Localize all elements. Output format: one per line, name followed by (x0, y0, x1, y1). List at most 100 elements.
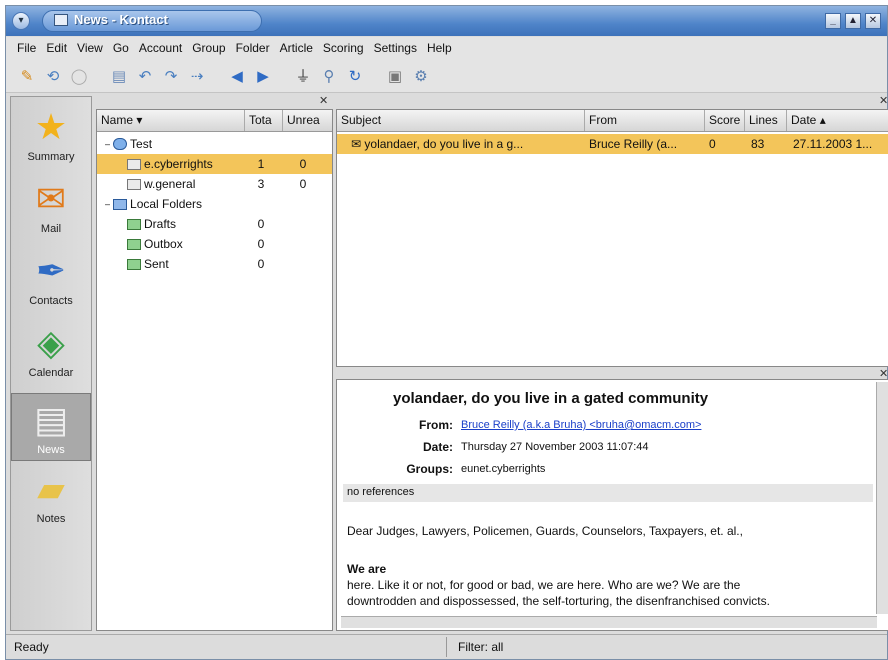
sidebar-item-calendar[interactable]: ◈ Calendar (11, 321, 91, 379)
tree-row-drafts[interactable]: Drafts 0 (97, 214, 332, 234)
groups-label: Groups: (406, 462, 453, 476)
references-bar: no references (343, 484, 873, 502)
date-label: Date: (422, 440, 453, 454)
calendar-icon: ◈ (37, 322, 65, 363)
settings-icon[interactable]: ⚙ (410, 65, 432, 87)
column-unread[interactable]: Unrea (283, 110, 332, 131)
from-link[interactable]: Bruce Reilly (a.k.a Bruha) <bruha@omacm.… (461, 419, 701, 431)
new-article-icon[interactable]: ✎ (16, 65, 38, 87)
message-date: 27.11.2003 1... (793, 137, 873, 151)
filter-icon[interactable]: ⏚ (292, 65, 314, 87)
tree-label: Test (130, 137, 153, 151)
menu-scoring[interactable]: Scoring (318, 41, 369, 55)
tree-label: Drafts (144, 217, 177, 231)
date-value: Thursday 27 November 2003 11:07:44 (461, 441, 649, 453)
groups-value: eunet.cyberrights (461, 463, 546, 475)
column-total[interactable]: Tota (245, 110, 283, 131)
forward-icon[interactable]: ⇢ (186, 65, 208, 87)
server-icon (113, 138, 128, 150)
message-panel-close-icon[interactable]: ✕ (879, 94, 888, 107)
newsgroup-icon (127, 158, 141, 170)
stop-icon[interactable]: ◯ (68, 65, 90, 87)
article-body-line: here. Like it or not, for good or bad, w… (347, 578, 741, 592)
tree-total: 0 (257, 237, 265, 251)
article-body-line: We are (347, 562, 387, 576)
panel-toggle-icon[interactable]: ▣ (384, 65, 406, 87)
article-body-line: downtrodden and dispossessed, the self-t… (347, 594, 770, 608)
sidebar-label-notes: Notes (36, 513, 66, 525)
sidebar-item-notes[interactable]: ▰ Notes (11, 467, 91, 525)
mail-icon: ✉ (35, 178, 67, 219)
title-bar[interactable]: ▾ News - Kontact _ ▲ ✕ (6, 6, 887, 36)
next-icon[interactable]: ▶ (252, 65, 274, 87)
tree-row-sent[interactable]: Sent 0 (97, 254, 332, 274)
sidebar-label-news: News (37, 444, 65, 456)
folder-icon (127, 218, 141, 230)
sidebar-item-summary[interactable]: ★ Summary (11, 105, 91, 163)
sidebar-item-mail[interactable]: ✉ Mail (11, 177, 91, 235)
tree-unread: 0 (299, 177, 307, 191)
sidebar-item-contacts[interactable]: ✒ Contacts (11, 249, 91, 307)
message-lines: 83 (751, 137, 765, 151)
search-icon[interactable]: ⚲ (318, 65, 340, 87)
menu-folder[interactable]: Folder (231, 41, 275, 55)
menu-article[interactable]: Article (275, 41, 318, 55)
close-button[interactable]: ✕ (865, 13, 881, 29)
column-name-label: Name (101, 113, 134, 127)
print-icon[interactable]: ▤ (108, 65, 130, 87)
previous-icon[interactable]: ◀ (226, 65, 248, 87)
notes-icon: ▰ (37, 468, 65, 509)
refresh-icon[interactable]: ↻ (344, 65, 366, 87)
menu-go[interactable]: Go (108, 41, 134, 55)
status-text: Ready (14, 640, 49, 654)
tree-row-test[interactable]: – Test (97, 134, 332, 154)
tree-row-local-folders[interactable]: – Local Folders (97, 194, 332, 214)
tree-row-e-cyberrights[interactable]: e.cyberrights 1 0 (97, 154, 332, 174)
column-from[interactable]: From (585, 110, 705, 131)
menu-file[interactable]: File (12, 41, 41, 55)
toolbar: ✎ ⟲ ◯ ▤ ↶ ↷ ⇢ ◀ ▶ ⏚ ⚲ ↻ ▣ ⚙ (6, 59, 887, 93)
column-subject[interactable]: Subject (337, 110, 585, 131)
sidebar-label-contacts: Contacts (29, 295, 73, 307)
tree-total: 3 (257, 177, 265, 191)
column-name[interactable]: Name ▾ (97, 110, 245, 131)
menu-account[interactable]: Account (134, 41, 187, 55)
menu-edit[interactable]: Edit (41, 41, 72, 55)
article-viewer: yolandaer, do you live in a gated commun… (336, 379, 888, 631)
message-list: Subject From Score Lines Date ▴ ✉ yoland… (336, 109, 888, 367)
kontact-sidebar: ★ Summary ✉ Mail ✒ Contacts ◈ Calendar ▤… (10, 96, 92, 631)
reply-all-icon[interactable]: ↷ (160, 65, 182, 87)
tree-total: 0 (257, 257, 265, 271)
menu-group[interactable]: Group (187, 41, 230, 55)
reply-icon[interactable]: ↶ (134, 65, 156, 87)
fetch-icon[interactable]: ⟲ (42, 65, 64, 87)
article-horizontal-scrollbar[interactable] (341, 616, 877, 628)
tree-row-outbox[interactable]: Outbox 0 (97, 234, 332, 254)
article-vertical-scrollbar[interactable] (876, 382, 888, 614)
sidebar-item-news[interactable]: ▤ News (11, 393, 91, 461)
message-score: 0 (709, 137, 716, 151)
message-row[interactable]: ✉ yolandaer, do you live in a g... Bruce… (337, 134, 888, 154)
menu-settings[interactable]: Settings (369, 41, 422, 55)
news-app-icon (54, 14, 68, 26)
folder-tree: Name ▾ Tota Unrea – Test e.cyberrights 1 … (96, 109, 333, 631)
column-date[interactable]: Date ▴ (787, 110, 888, 131)
message-list-header: Subject From Score Lines Date ▴ (337, 110, 888, 132)
status-divider (446, 637, 447, 657)
column-score[interactable]: Score (705, 110, 745, 131)
menu-view[interactable]: View (72, 41, 108, 55)
menu-help[interactable]: Help (422, 41, 457, 55)
column-date-label: Date (791, 113, 817, 127)
minimize-button[interactable]: _ (825, 13, 841, 29)
column-lines[interactable]: Lines (745, 110, 787, 131)
folder-icon (127, 258, 141, 270)
window-title: News - Kontact (74, 12, 168, 27)
folder-panel-close-icon[interactable]: ✕ (319, 94, 328, 107)
tree-collapse-icon[interactable]: – (105, 139, 110, 149)
maximize-button[interactable]: ▲ (845, 13, 861, 29)
tree-label: Outbox (144, 237, 183, 251)
news-icon: ▤ (33, 399, 68, 440)
tree-row-w-general[interactable]: w.general 3 0 (97, 174, 332, 194)
window-menu-icon[interactable]: ▾ (12, 12, 30, 30)
tree-collapse-icon[interactable]: – (105, 199, 110, 209)
